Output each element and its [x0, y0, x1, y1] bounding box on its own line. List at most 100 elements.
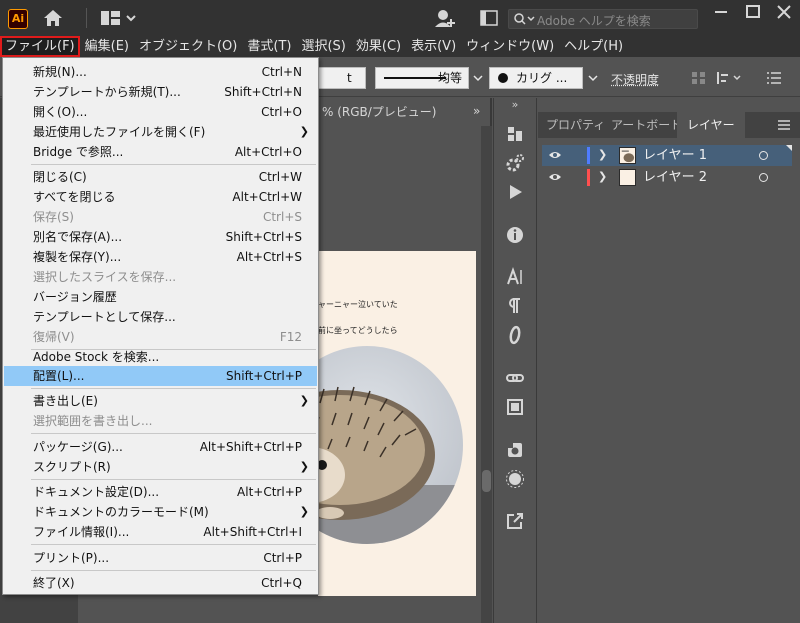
brush-dot-icon	[498, 73, 508, 83]
gear-icon[interactable]	[505, 153, 525, 173]
menu-item-label: テンプレートから新規(T)...	[33, 85, 181, 99]
layer-row[interactable]: ❯ レイヤー 2	[542, 167, 792, 188]
opacity-link[interactable]: 不透明度	[611, 71, 659, 88]
menu-item-label: すべてを閉じる	[33, 190, 116, 204]
menu-item-export-selection[interactable]: 選択範囲を書き出し...	[4, 411, 317, 431]
menu-item-save-as-template[interactable]: テンプレートとして保存...	[4, 307, 317, 327]
export-icon[interactable]	[505, 511, 525, 531]
selection-indicator	[786, 145, 792, 151]
character-icon[interactable]	[505, 267, 525, 287]
menu-item-package[interactable]: パッケージ(G)... Alt+Shift+Ctrl+P	[4, 437, 317, 457]
align-icon[interactable]	[716, 70, 744, 86]
brush-select[interactable]: カリグ ...	[489, 67, 583, 89]
submenu-arrow-icon: ❯	[299, 125, 309, 138]
document-tab[interactable]: % (RGB/プレビュー)	[318, 98, 490, 126]
menu-item-scripts[interactable]: スクリプト(R) ❯	[4, 457, 317, 477]
home-icon[interactable]	[42, 8, 64, 28]
collapse-panels-icon[interactable]: »	[473, 104, 489, 118]
menu-object[interactable]: オブジェクト(O)	[134, 36, 242, 57]
menu-type[interactable]: 書式(T)	[242, 36, 296, 57]
menu-item-revert[interactable]: 復帰(V) F12	[4, 327, 317, 347]
menu-view[interactable]: 表示(V)	[406, 36, 461, 57]
menu-item-version-history[interactable]: バージョン履歴	[4, 287, 317, 307]
eye-icon[interactable]	[548, 150, 562, 160]
menu-select[interactable]: 選択(S)	[296, 36, 350, 57]
target-icon[interactable]	[759, 173, 768, 182]
menu-item-print[interactable]: プリント(P)... Ctrl+P	[4, 548, 317, 568]
menu-item-browse-bridge[interactable]: Bridge で参照... Alt+Ctrl+O	[4, 142, 317, 162]
help-search-placeholder: Adobe ヘルプを検索	[537, 14, 651, 28]
menu-item-save[interactable]: 保存(S) Ctrl+S	[4, 207, 317, 227]
chevron-down-icon[interactable]	[585, 67, 601, 89]
menu-item-open[interactable]: 開く(O)... Ctrl+O	[4, 102, 317, 122]
menu-item-new-from-template[interactable]: テンプレートから新規(T)... Shift+Ctrl+N	[4, 82, 317, 102]
menu-item-search-stock[interactable]: Adobe Stock を検索...	[4, 347, 317, 367]
menu-file[interactable]: ファイル(F)	[0, 36, 80, 57]
scrollbar-thumb[interactable]	[482, 470, 491, 492]
menu-item-shortcut: Shift+Ctrl+N	[224, 85, 302, 99]
menu-item-save-slices[interactable]: 選択したスライスを保存...	[4, 267, 317, 287]
menu-item-exit[interactable]: 終了(X) Ctrl+Q	[4, 573, 317, 593]
menu-item-label: 保存(S)	[33, 210, 74, 224]
menu-item-shortcut: Ctrl+S	[262, 210, 302, 224]
menu-item-document-setup[interactable]: ドキュメント設定(D)... Alt+Ctrl+P	[4, 482, 317, 502]
chevron-down-icon[interactable]	[470, 67, 486, 89]
menu-item-label: 別名で保存(A)...	[33, 230, 123, 244]
stroke-weight-field[interactable]: t	[318, 67, 366, 89]
maximize-icon[interactable]	[737, 0, 769, 24]
menu-item-save-as[interactable]: 別名で保存(A)... Shift+Ctrl+S	[4, 227, 317, 247]
recolor-icon[interactable]	[690, 70, 708, 86]
minimize-icon[interactable]	[705, 0, 737, 24]
arrange-documents-icon[interactable]	[480, 10, 498, 26]
list-menu-icon[interactable]	[765, 70, 783, 86]
tab-properties[interactable]: プロパティ	[546, 112, 605, 138]
menu-item-save-copy[interactable]: 複製を保存(Y)... Alt+Ctrl+S	[4, 247, 317, 267]
tab-layers[interactable]: レイヤー	[677, 112, 745, 138]
tab-artboards[interactable]: アートボード	[611, 112, 682, 138]
image-trace-icon[interactable]	[505, 397, 525, 417]
menu-window[interactable]: ウィンドウ(W)	[461, 36, 559, 57]
workspace-switcher-icon[interactable]	[100, 10, 138, 26]
expand-arrow-icon[interactable]: ❯	[598, 148, 608, 162]
layer-row[interactable]: ❯ レイヤー 1	[542, 145, 792, 166]
eye-icon[interactable]	[548, 172, 562, 182]
menu-item-close-all[interactable]: すべてを閉じる Alt+Ctrl+W	[4, 187, 317, 207]
menu-help[interactable]: ヘルプ(H)	[559, 36, 628, 57]
opentype-icon[interactable]	[505, 325, 525, 345]
layer-name[interactable]: レイヤー 1	[643, 145, 707, 166]
menu-item-open-recent[interactable]: 最近使用したファイルを開く(F) ❯	[4, 122, 317, 142]
expand-panels-icon[interactable]: »	[493, 98, 537, 112]
menu-effect[interactable]: 効果(C)	[351, 36, 406, 57]
play-icon[interactable]	[505, 182, 525, 202]
info-icon[interactable]	[505, 225, 525, 245]
menu-item-close[interactable]: 閉じる(C) Ctrl+W	[4, 167, 317, 187]
menu-item-new[interactable]: 新規(N)... Ctrl+N	[4, 62, 317, 82]
menu-separator	[31, 570, 316, 571]
stroke-profile-select[interactable]: 均等	[375, 67, 469, 89]
paragraph-icon[interactable]	[505, 296, 525, 316]
menu-item-shortcut: Ctrl+O	[261, 105, 302, 119]
separator	[86, 8, 87, 28]
libraries-icon[interactable]	[505, 124, 525, 144]
expand-arrow-icon[interactable]: ❯	[598, 170, 608, 184]
stroke-preview	[384, 77, 446, 79]
link-icon[interactable]	[505, 368, 525, 388]
menu-item-place[interactable]: 配置(L)... Shift+Ctrl+P	[4, 366, 317, 386]
close-icon[interactable]	[768, 0, 800, 24]
menu-item-shortcut: Shift+Ctrl+P	[226, 369, 302, 383]
menu-item-document-color-mode[interactable]: ドキュメントのカラーモード(M) ❯	[4, 502, 317, 522]
target-icon[interactable]	[759, 151, 768, 160]
panel-menu-icon[interactable]	[777, 119, 791, 131]
appearance-icon[interactable]	[505, 469, 525, 489]
menu-item-export[interactable]: 書き出し(E) ❯	[4, 391, 317, 411]
menu-item-label: 複製を保存(Y)...	[33, 250, 122, 264]
account-icon[interactable]	[434, 8, 456, 28]
asset-export-icon[interactable]	[505, 440, 525, 460]
vertical-scrollbar[interactable]	[481, 126, 492, 623]
menu-edit[interactable]: 編集(E)	[80, 36, 134, 57]
menu-item-label: 選択したスライスを保存...	[33, 270, 177, 284]
menu-item-file-info[interactable]: ファイル情報(I)... Alt+Shift+Ctrl+I	[4, 522, 317, 542]
help-search-field[interactable]: Adobe ヘルプを検索	[508, 9, 698, 29]
layer-name[interactable]: レイヤー 2	[643, 167, 707, 188]
menu-item-label: スクリプト(R)	[33, 460, 111, 474]
